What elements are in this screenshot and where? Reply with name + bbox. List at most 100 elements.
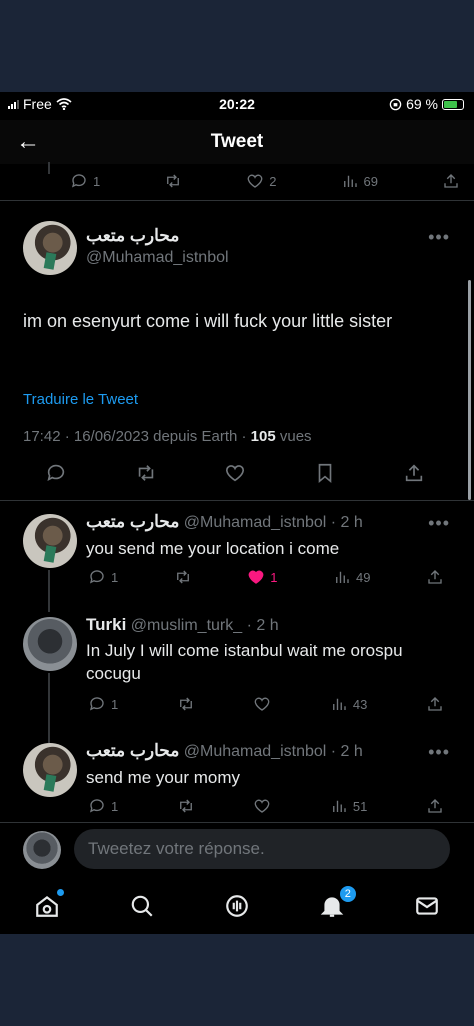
mail-icon bbox=[415, 897, 438, 915]
reply-button[interactable]: 1 bbox=[70, 172, 100, 190]
retweet-icon[interactable] bbox=[135, 462, 157, 484]
reply-header[interactable]: محارب متعب @Muhamad_istnbol · 2 h bbox=[86, 741, 363, 761]
like-count: 2 bbox=[269, 173, 277, 189]
bottom-tab-bar: 2 bbox=[0, 878, 474, 934]
reply-button[interactable]: 1 bbox=[88, 797, 118, 815]
scrollbar[interactable] bbox=[468, 280, 471, 500]
heart-icon bbox=[254, 697, 270, 711]
more-options-icon[interactable]: ••• bbox=[428, 513, 450, 534]
page-title: Tweet bbox=[210, 131, 264, 152]
reply-icon bbox=[89, 697, 104, 711]
reply-actions: 1 51 bbox=[88, 797, 444, 815]
heart-icon bbox=[254, 799, 270, 813]
tweet-text: im on esenyurt come i will fuck your lit… bbox=[23, 311, 393, 331]
share-button[interactable] bbox=[442, 172, 460, 190]
notifications-badge: 2 bbox=[338, 885, 357, 903]
share-button[interactable] bbox=[426, 695, 444, 713]
reply-header[interactable]: Turki @muslim_turk_ · 2 h bbox=[86, 615, 279, 635]
heart-icon[interactable] bbox=[224, 462, 246, 484]
author-handle: @muslim_turk_ · 2 h bbox=[130, 617, 279, 634]
retweet-button[interactable] bbox=[177, 695, 195, 713]
views-button[interactable]: 49 bbox=[333, 568, 370, 586]
reply-count: 1 bbox=[111, 696, 119, 712]
tab-home[interactable] bbox=[32, 889, 65, 921]
thread-line bbox=[48, 162, 50, 174]
status-right: 69 % bbox=[389, 96, 464, 112]
spaces-icon bbox=[226, 895, 248, 917]
avatar[interactable] bbox=[23, 743, 77, 797]
retweet-button[interactable] bbox=[164, 172, 182, 190]
share-icon bbox=[428, 697, 442, 711]
bookmark-icon[interactable] bbox=[314, 462, 336, 484]
more-options-icon[interactable]: ••• bbox=[428, 227, 450, 248]
divider bbox=[0, 200, 474, 201]
views-number: 105 bbox=[250, 428, 276, 445]
retweet-icon bbox=[176, 570, 189, 584]
retweet-icon bbox=[179, 799, 192, 813]
top-bar: ← Tweet bbox=[0, 120, 474, 164]
heart-filled-icon bbox=[248, 570, 264, 584]
reply-button[interactable]: 1 bbox=[88, 568, 118, 586]
like-button[interactable] bbox=[253, 797, 271, 815]
share-icon[interactable] bbox=[403, 462, 425, 484]
reply-icon bbox=[71, 174, 86, 188]
orientation-lock-icon bbox=[389, 98, 402, 110]
reply-icon bbox=[89, 799, 104, 813]
tab-notifications[interactable]: 2 bbox=[317, 885, 357, 921]
views-count: 51 bbox=[352, 798, 368, 814]
views-button[interactable]: 69 bbox=[341, 172, 378, 190]
avatar[interactable] bbox=[23, 221, 77, 275]
author-name: Turki bbox=[86, 615, 127, 634]
author-name: محارب متعب bbox=[86, 512, 180, 531]
reply-text: you send me your location i come bbox=[86, 539, 340, 558]
reply-icon[interactable] bbox=[45, 462, 67, 484]
reply-count: 1 bbox=[111, 569, 119, 585]
translate-link[interactable]: Traduire le Tweet bbox=[23, 391, 138, 408]
author-name: محارب متعب bbox=[86, 226, 180, 245]
share-button[interactable] bbox=[426, 797, 444, 815]
like-button[interactable] bbox=[253, 695, 271, 713]
status-bar: Free 20:22 69 % bbox=[0, 92, 474, 116]
share-button[interactable] bbox=[426, 568, 444, 586]
home-dot-badge bbox=[57, 889, 65, 896]
prev-tweet-actions: 1 2 69 bbox=[70, 172, 460, 190]
retweet-button[interactable] bbox=[177, 797, 195, 815]
reply-composer: Tweetez votre réponse. bbox=[0, 822, 474, 879]
views-button[interactable]: 43 bbox=[330, 695, 367, 713]
views-count: 69 bbox=[363, 173, 378, 189]
battery-percent: 69 % bbox=[406, 96, 438, 112]
reply-text: send me your momy bbox=[86, 768, 240, 787]
reply-button[interactable]: 1 bbox=[88, 695, 118, 713]
main-author[interactable]: محارب متعب @Muhamad_istnbol bbox=[86, 226, 229, 267]
like-button[interactable]: 1 bbox=[247, 568, 278, 586]
views-count: 49 bbox=[356, 569, 371, 585]
retweet-icon bbox=[179, 697, 192, 711]
reply-count: 1 bbox=[93, 173, 101, 189]
avatar[interactable] bbox=[23, 617, 77, 671]
tweet-timestamp: 17:42 · 16/06/2023 depuis Earth · bbox=[23, 428, 251, 445]
views-button[interactable]: 51 bbox=[330, 797, 367, 815]
thread-line bbox=[48, 673, 50, 743]
reply-actions: 1 1 49 bbox=[88, 568, 444, 586]
tab-spaces[interactable] bbox=[222, 891, 252, 921]
tab-search[interactable] bbox=[127, 891, 157, 921]
reply-input[interactable]: Tweetez votre réponse. bbox=[74, 829, 450, 869]
more-options-icon[interactable]: ••• bbox=[428, 742, 450, 763]
reply-count: 1 bbox=[111, 798, 119, 814]
retweet-button[interactable] bbox=[174, 568, 192, 586]
heart-icon bbox=[247, 174, 263, 188]
reply-header[interactable]: محارب متعب @Muhamad_istnbol · 2 h bbox=[86, 512, 363, 532]
reply-icon bbox=[89, 570, 104, 584]
tab-messages[interactable] bbox=[412, 891, 442, 921]
like-button[interactable]: 2 bbox=[246, 172, 277, 190]
views-icon bbox=[332, 698, 346, 710]
author-handle: @Muhamad_istnbol · 2 h bbox=[183, 743, 363, 760]
views-count: 43 bbox=[352, 696, 368, 712]
retweet-icon bbox=[167, 174, 180, 188]
tweet-meta: 17:42 · 16/06/2023 depuis Earth · 105 vu… bbox=[23, 428, 312, 445]
home-icon bbox=[36, 895, 59, 917]
search-icon bbox=[131, 895, 153, 917]
reply-text: In July I will come istanbul wait me oro… bbox=[86, 641, 403, 683]
avatar[interactable] bbox=[23, 514, 77, 568]
my-avatar[interactable] bbox=[23, 831, 61, 869]
